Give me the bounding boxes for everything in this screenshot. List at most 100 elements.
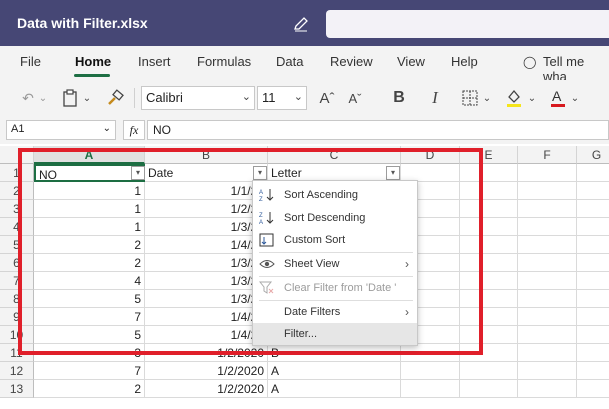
empty-cell[interactable]: [518, 326, 577, 344]
empty-cell[interactable]: [518, 164, 577, 182]
empty-cell[interactable]: [401, 362, 460, 380]
empty-cell[interactable]: [577, 164, 609, 182]
grow-font-button[interactable]: Aˆ: [316, 87, 338, 109]
clipboard-dropdown-icon[interactable]: ⌄: [82, 87, 92, 109]
empty-cell[interactable]: [518, 182, 577, 200]
ribbon-tabs: File Home Insert Formulas Data Review Vi…: [0, 46, 609, 84]
borders-dropdown-icon[interactable]: ⌄: [482, 87, 492, 109]
tab-review[interactable]: Review: [330, 54, 373, 69]
column-header-g[interactable]: G: [577, 146, 609, 164]
empty-cell[interactable]: [518, 218, 577, 236]
chevron-right-icon: ›: [405, 305, 409, 319]
tab-help[interactable]: Help: [451, 54, 478, 69]
undo-dropdown-icon[interactable]: ⌄: [38, 87, 48, 109]
filter-label: Filter...: [284, 328, 318, 340]
tab-home[interactable]: Home: [75, 54, 111, 69]
font-size-box[interactable]: 11 ⌄: [257, 86, 307, 110]
empty-cell[interactable]: [577, 218, 609, 236]
tab-formulas[interactable]: Formulas: [197, 54, 251, 69]
empty-cell[interactable]: [401, 380, 460, 398]
empty-cell[interactable]: [460, 362, 518, 380]
menu-item-clear-filter: Clear Filter from 'Date ': [253, 277, 417, 299]
empty-cell[interactable]: [577, 308, 609, 326]
font-dropdown-icon[interactable]: ⌄: [242, 90, 251, 103]
empty-cell[interactable]: [518, 290, 577, 308]
empty-cell[interactable]: [518, 236, 577, 254]
borders-icon[interactable]: [460, 87, 480, 109]
menu-item-filter[interactable]: Filter...: [253, 323, 417, 345]
empty-cell[interactable]: [577, 182, 609, 200]
empty-cell[interactable]: [518, 344, 577, 362]
edit-icon[interactable]: [293, 16, 309, 32]
svg-text:Z: Z: [259, 213, 263, 219]
formula-input[interactable]: NO: [147, 120, 609, 140]
date-filters-label: Date Filters: [284, 306, 341, 318]
menu-item-date-filters[interactable]: Date Filters ›: [253, 301, 417, 323]
tab-data[interactable]: Data: [276, 54, 303, 69]
clipboard-icon[interactable]: [60, 87, 80, 109]
name-box[interactable]: A1 ⌄: [6, 120, 116, 140]
table-cell[interactable]: A: [268, 380, 401, 398]
empty-cell[interactable]: [460, 380, 518, 398]
empty-cell[interactable]: [577, 326, 609, 344]
svg-text:A: A: [552, 88, 562, 104]
row-header[interactable]: 12: [0, 362, 34, 380]
fill-color-icon[interactable]: [504, 87, 524, 109]
svg-text:Z: Z: [259, 197, 263, 202]
fill-dropdown-icon[interactable]: ⌄: [527, 87, 537, 109]
title-bar: Data with Filter.xlsx: [0, 0, 609, 46]
empty-cell[interactable]: [518, 254, 577, 272]
menu-item-custom-sort[interactable]: Custom Sort: [253, 229, 417, 251]
menu-item-sheet-view[interactable]: Sheet View ›: [253, 253, 417, 275]
font-size-dropdown-icon[interactable]: ⌄: [294, 90, 303, 103]
name-box-value: A1: [11, 123, 25, 135]
empty-cell[interactable]: [518, 380, 577, 398]
empty-cell[interactable]: [518, 272, 577, 290]
empty-cell[interactable]: [577, 344, 609, 362]
tab-file[interactable]: File: [20, 54, 41, 69]
clear-filter-icon: [258, 281, 275, 295]
clear-filter-label: Clear Filter from 'Date ': [284, 282, 397, 294]
svg-text:A: A: [259, 220, 263, 225]
menu-item-sort-ascending[interactable]: AZ Sort Ascending: [253, 184, 417, 206]
search-box[interactable]: [326, 10, 609, 38]
empty-cell[interactable]: [518, 362, 577, 380]
table-cell[interactable]: 1/2/2020: [145, 362, 268, 380]
undo-icon[interactable]: ↶: [18, 87, 38, 109]
font-color-icon[interactable]: A: [547, 87, 569, 109]
empty-cell[interactable]: [577, 272, 609, 290]
format-painter-icon[interactable]: [104, 87, 126, 109]
row-header[interactable]: 13: [0, 380, 34, 398]
tab-view[interactable]: View: [397, 54, 425, 69]
font-name-box[interactable]: Calibri ⌄: [141, 86, 255, 110]
bold-button[interactable]: B: [388, 87, 410, 109]
tab-insert[interactable]: Insert: [138, 54, 171, 69]
empty-cell[interactable]: [577, 362, 609, 380]
empty-cell[interactable]: [577, 236, 609, 254]
sort-ascending-icon: AZ: [259, 188, 275, 203]
table-cell[interactable]: 2: [34, 380, 145, 398]
table-cell[interactable]: 1/2/2020: [145, 380, 268, 398]
empty-cell[interactable]: [577, 254, 609, 272]
svg-text:A: A: [259, 190, 263, 196]
workbook-title: Data with Filter.xlsx: [17, 15, 148, 31]
empty-cell[interactable]: [577, 380, 609, 398]
font-color-dropdown-icon[interactable]: ⌄: [570, 87, 580, 109]
column-header-f[interactable]: F: [518, 146, 577, 164]
toolbar-divider: [134, 88, 135, 108]
insert-function-button[interactable]: fx: [123, 120, 145, 140]
empty-cell[interactable]: [518, 308, 577, 326]
italic-button[interactable]: I: [424, 87, 446, 109]
empty-cell[interactable]: [518, 200, 577, 218]
empty-cell[interactable]: [577, 290, 609, 308]
active-tab-underline: [74, 74, 110, 77]
custom-sort-label: Custom Sort: [284, 234, 346, 246]
empty-cell[interactable]: [577, 200, 609, 218]
formula-bar: A1 ⌄ fx NO: [0, 116, 609, 144]
table-cell[interactable]: 7: [34, 362, 145, 380]
table-cell[interactable]: A: [268, 362, 401, 380]
menu-item-sort-descending[interactable]: ZA Sort Descending: [253, 207, 417, 229]
shrink-font-button[interactable]: Aˇ: [344, 87, 366, 109]
sheet-view-label: Sheet View: [284, 258, 340, 270]
name-box-dropdown-icon[interactable]: ⌄: [103, 123, 111, 134]
